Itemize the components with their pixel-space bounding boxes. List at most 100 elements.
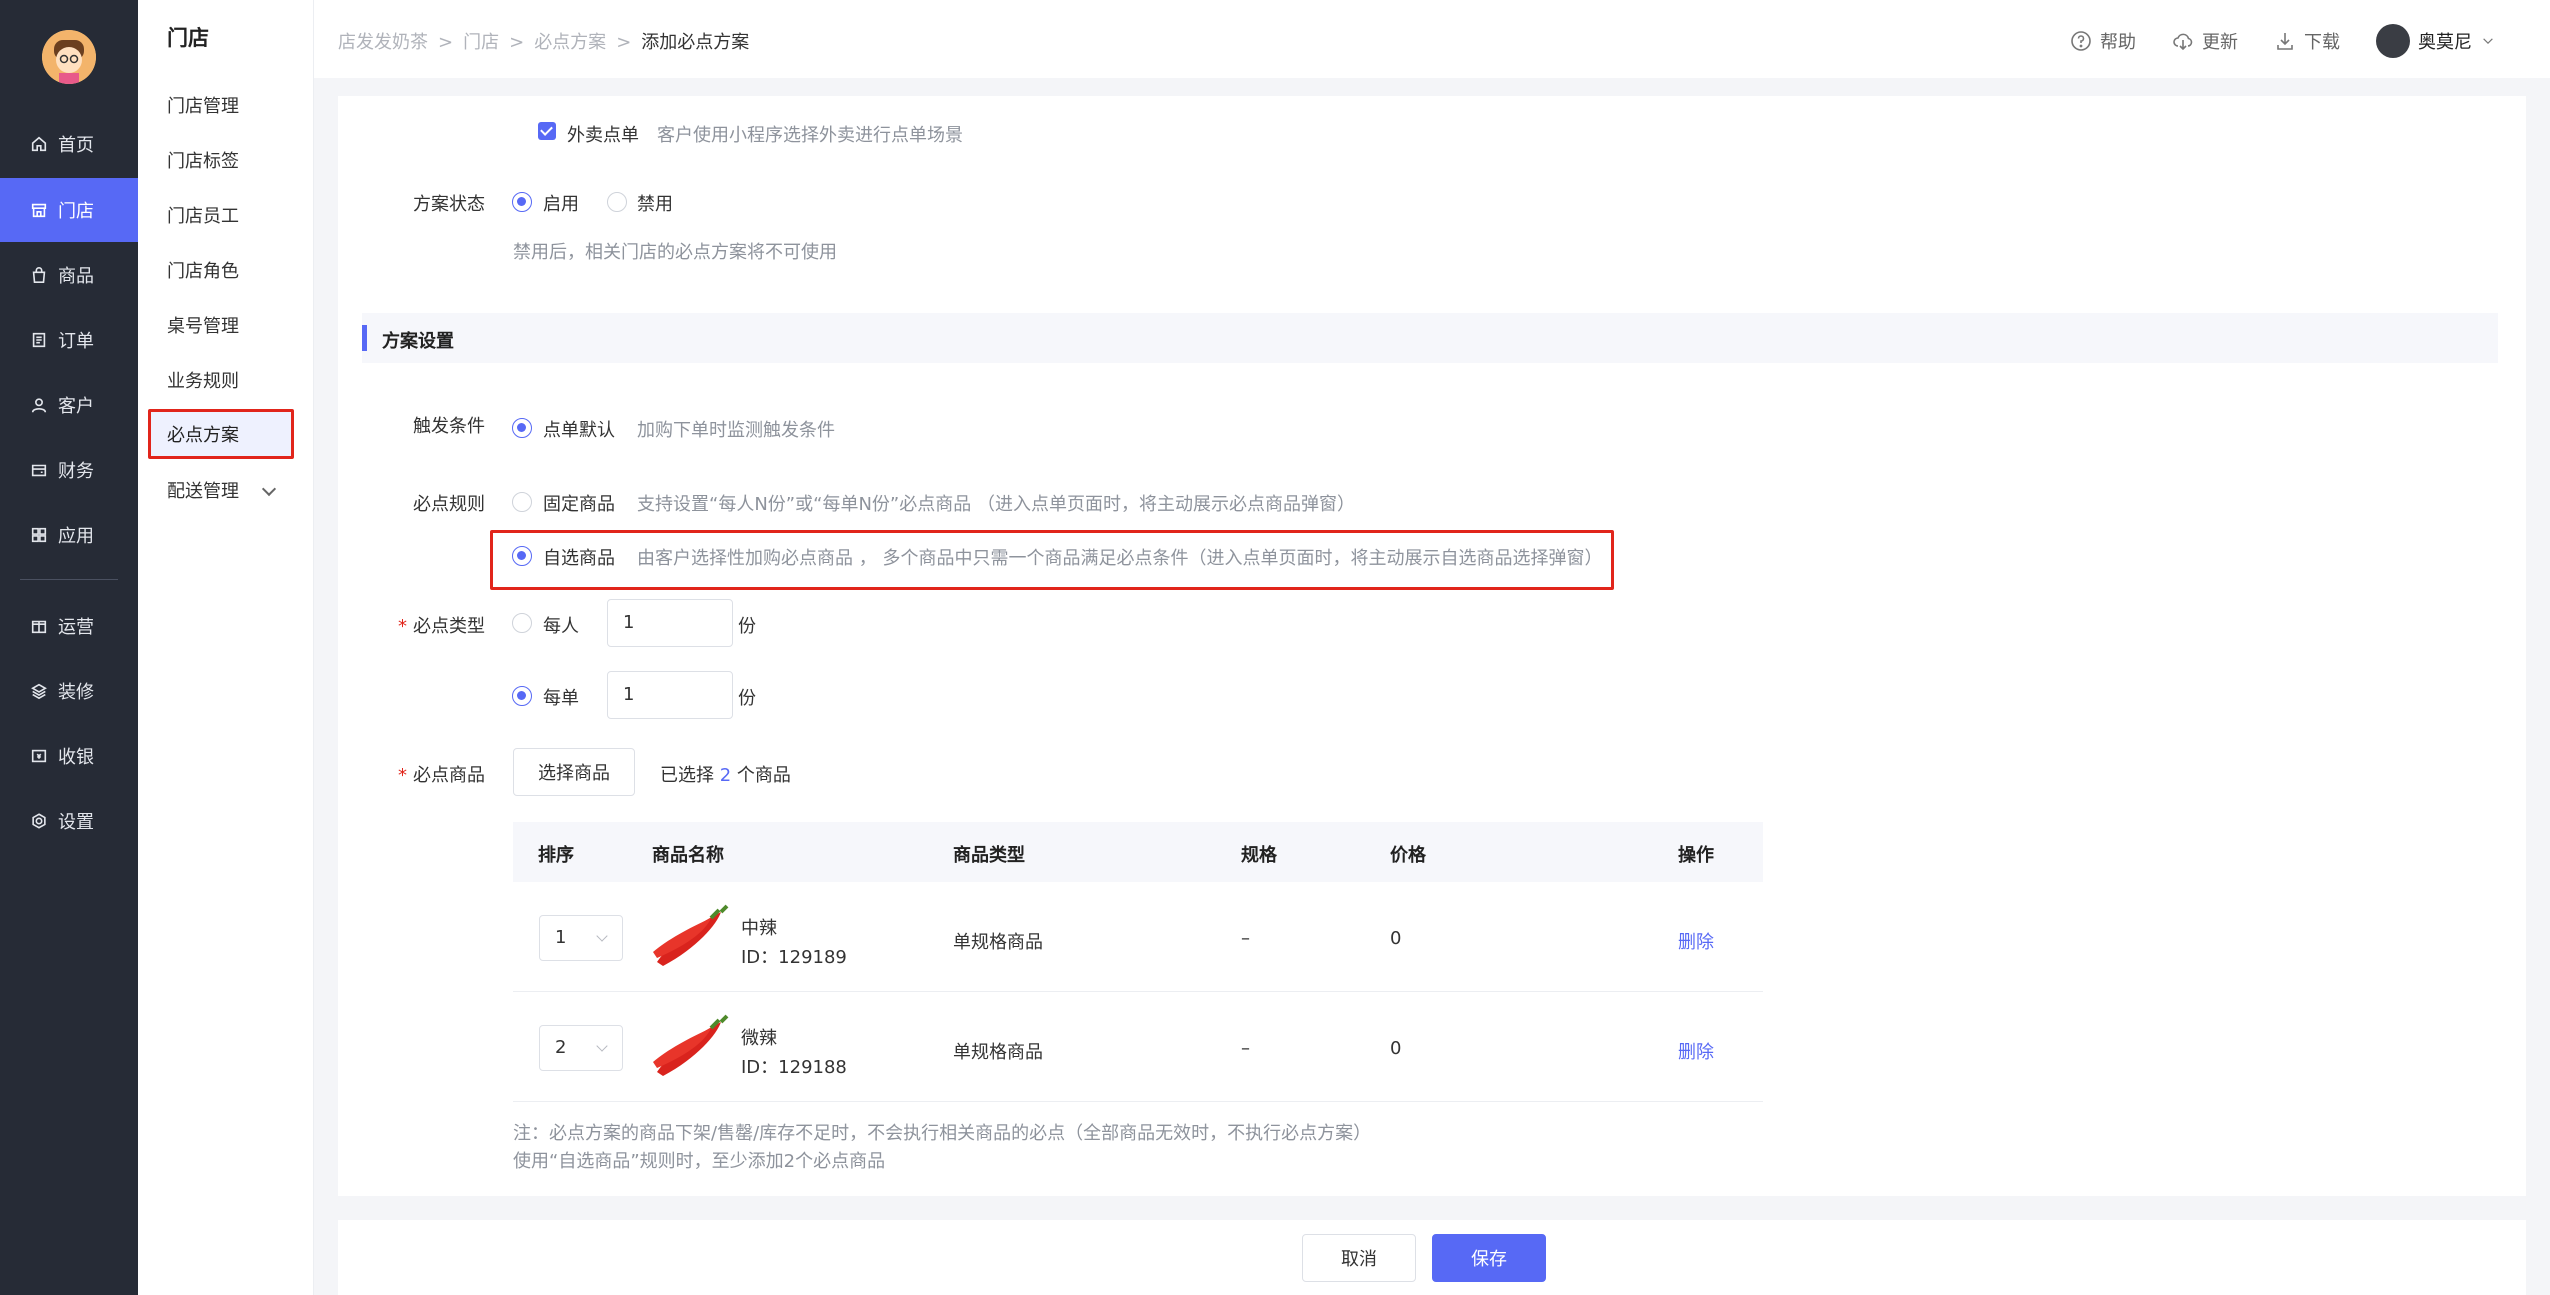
subnav-item-store-staff[interactable]: 门店员工: [167, 202, 239, 228]
cloud-download-icon: [2173, 33, 2193, 51]
chevron-down-icon: [2483, 38, 2493, 45]
nav-item-home[interactable]: 首页: [0, 112, 138, 176]
nav-item-label: 首页: [58, 135, 94, 156]
rule-label: 必点规则: [413, 494, 485, 515]
nav-item-label: 收银: [58, 747, 94, 768]
per-order-quantity-input[interactable]: 1: [607, 671, 733, 719]
trigger-default-radio[interactable]: [512, 418, 532, 438]
per-person-unit: 份: [738, 616, 756, 637]
takeout-checkbox[interactable]: [538, 122, 556, 140]
breadcrumb: 店发发奶茶 > 门店 > 必点方案 > 添加必点方案: [338, 28, 749, 54]
delete-link[interactable]: 删除: [1678, 928, 1714, 954]
nav-item-finance[interactable]: 财务: [0, 438, 138, 502]
breadcrumb-item[interactable]: 必点方案: [534, 32, 606, 53]
takeout-label[interactable]: 外卖点单: [567, 121, 639, 147]
type-per-person-label[interactable]: 每人: [543, 612, 579, 638]
subnav-item-store-management[interactable]: 门店管理: [167, 92, 239, 118]
breadcrumb-separator-icon: >: [616, 32, 632, 53]
product-name: 微辣: [741, 1028, 777, 1049]
subnav-item-business-rules[interactable]: 业务规则: [167, 367, 239, 393]
nav-item-label: 设置: [58, 812, 94, 833]
shop-avatar[interactable]: [42, 30, 96, 84]
top-bar: 店发发奶茶 > 门店 > 必点方案 > 添加必点方案 帮助 更新 下载 奥莫尼: [314, 0, 2550, 78]
nav-item-label: 财务: [58, 461, 94, 482]
rule-fixed-radio[interactable]: [512, 492, 532, 512]
select-products-button[interactable]: 选择商品: [513, 748, 635, 796]
products-table: 排序 商品名称 商品类型 规格 价格 操作 1 中辣 ID：129189 单规格…: [513, 822, 1763, 1102]
save-button[interactable]: 保存: [1432, 1234, 1546, 1282]
type-per-order-label[interactable]: 每单: [543, 684, 579, 710]
breadcrumb-separator-icon: >: [509, 32, 525, 53]
selected-count-text: 已选择 2 个商品: [660, 761, 791, 787]
status-disabled-label[interactable]: 禁用: [637, 190, 673, 216]
subnav-item-table-management[interactable]: 桌号管理: [167, 312, 239, 338]
avatar: [2376, 24, 2410, 58]
nav-item-label: 运营: [58, 617, 94, 638]
sort-select[interactable]: 1: [539, 915, 623, 961]
cashier-icon: [31, 749, 47, 763]
download-button[interactable]: 下载: [2274, 28, 2340, 54]
download-icon: [2277, 33, 2293, 50]
table-header: 排序 商品名称 商品类型 规格 价格 操作: [513, 822, 1763, 882]
breadcrumb-item[interactable]: 店发发奶茶: [338, 32, 428, 53]
product-type: 单规格商品: [953, 932, 1043, 953]
section-title: 方案设置: [382, 331, 454, 352]
selected-count: 2: [719, 765, 732, 786]
nav-item-decoration[interactable]: 装修: [0, 659, 138, 723]
note-line-2: 使用“自选商品”规则时，至少添加2个必点商品: [513, 1151, 886, 1172]
note-line-1: 注：必点方案的商品下架/售罄/库存不足时，不会执行相关商品的必点（全部商品无效时…: [513, 1123, 1372, 1144]
subnav-item-required-plan[interactable]: 必点方案: [148, 409, 294, 459]
nav-item-goods[interactable]: 商品: [0, 243, 138, 307]
help-button[interactable]: 帮助: [2070, 28, 2136, 54]
user-name: 奥莫尼: [2418, 32, 2472, 53]
column-header-name: 商品名称: [652, 845, 724, 866]
update-label: 更新: [2202, 32, 2238, 53]
type-per-order-radio[interactable]: [512, 686, 532, 706]
subnav-item-delivery-management[interactable]: 配送管理: [167, 477, 239, 503]
nav-item-orders[interactable]: 订单: [0, 308, 138, 372]
nav-divider: [20, 579, 118, 580]
chili-pepper-image: [653, 1014, 729, 1076]
per-person-quantity-input[interactable]: 1: [607, 599, 733, 647]
chili-pepper-image: [653, 904, 729, 966]
product-id: ID：129188: [741, 1057, 847, 1078]
section-header: 方案设置: [362, 313, 2498, 363]
sort-select[interactable]: 2: [539, 1025, 623, 1071]
rule-optional-radio[interactable]: [512, 546, 532, 566]
cancel-button[interactable]: 取消: [1302, 1234, 1416, 1282]
chevron-down-icon[interactable]: [261, 481, 277, 497]
subnav-item-store-tags[interactable]: 门店标签: [167, 147, 239, 173]
rule-fixed-label[interactable]: 固定商品: [543, 490, 615, 516]
product-name: 中辣: [741, 918, 777, 939]
delete-link[interactable]: 删除: [1678, 1038, 1714, 1064]
download-label: 下载: [2304, 32, 2340, 53]
nav-item-label: 应用: [58, 526, 94, 547]
help-icon: [2071, 31, 2091, 51]
nav-item-label: 客户: [58, 396, 94, 417]
status-enabled-label[interactable]: 启用: [543, 190, 579, 216]
breadcrumb-item[interactable]: 门店: [463, 32, 499, 53]
home-icon: [31, 136, 47, 152]
order-icon: [32, 332, 46, 348]
nav-item-store[interactable]: 门店: [0, 178, 138, 242]
trigger-label: 触发条件: [413, 416, 485, 437]
nav-item-cashier[interactable]: 收银: [0, 724, 138, 788]
trigger-default-label[interactable]: 点单默认: [543, 416, 615, 442]
nav-item-apps[interactable]: 应用: [0, 503, 138, 567]
rule-optional-hint: 由客户选择性加购必点商品 ， 多个商品中只需一个商品满足必点条件（进入点单页面时…: [637, 548, 1603, 569]
subnav-item-store-roles[interactable]: 门店角色: [167, 257, 239, 283]
main-nav: 首页 门店 商品 订单 客户 财务 应用 运营 装修 收银 设置: [0, 0, 138, 1295]
table-row: 1 中辣 ID：129189 单规格商品 – 0 删除: [513, 882, 1763, 992]
nav-item-customers[interactable]: 客户: [0, 373, 138, 437]
status-enabled-radio[interactable]: [512, 192, 532, 212]
type-per-person-radio[interactable]: [512, 613, 532, 633]
user-icon: [31, 398, 47, 413]
user-menu[interactable]: 奥莫尼: [2376, 24, 2496, 58]
status-disabled-radio[interactable]: [607, 192, 627, 212]
selected-prefix: 已选择: [660, 765, 714, 786]
nav-item-settings[interactable]: 设置: [0, 789, 138, 853]
nav-item-label: 订单: [58, 331, 94, 352]
update-button[interactable]: 更新: [2172, 28, 2238, 54]
rule-optional-label[interactable]: 自选商品: [543, 544, 615, 570]
nav-item-operations[interactable]: 运营: [0, 594, 138, 658]
